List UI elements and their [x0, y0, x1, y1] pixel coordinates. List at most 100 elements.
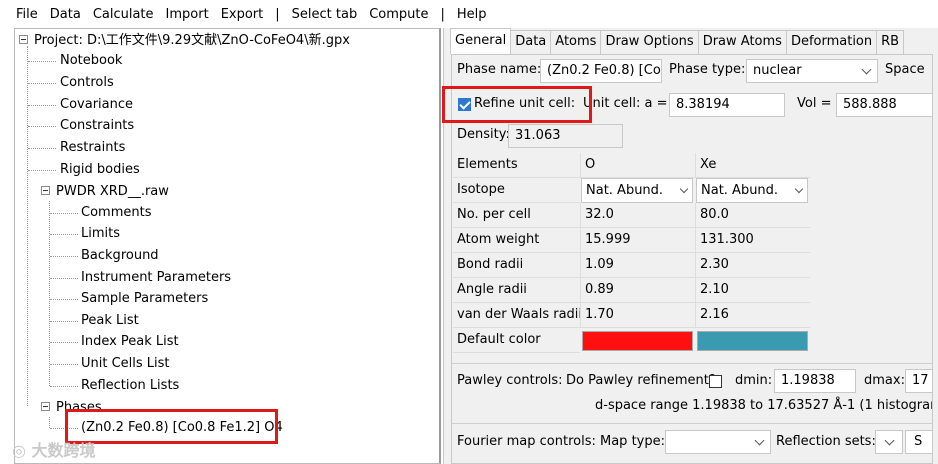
tree-item-comments[interactable]: Comments: [81, 204, 151, 222]
tree-item-restraints[interactable]: Restraints: [60, 139, 125, 157]
collapse-icon[interactable]: [41, 402, 50, 411]
tab-general[interactable]: General: [450, 28, 512, 54]
chevron-down-icon: [754, 435, 765, 446]
tree-connector: [50, 234, 78, 235]
tab-draw-atoms[interactable]: Draw Atoms: [697, 30, 787, 54]
tree-item-peak-list[interactable]: Peak List: [81, 312, 139, 330]
highlight-phase-item: [65, 409, 278, 444]
grid-row-label: Elements: [453, 153, 580, 178]
phase-name-label: Phase name:: [457, 62, 542, 77]
grid-cell: 2.30: [695, 253, 810, 278]
menu-separator: |: [275, 6, 280, 22]
tree-connector: [50, 342, 78, 343]
tree-connector: [27, 46, 28, 406]
pawley-refine-label: Do Pawley refinement?: [566, 373, 716, 388]
dmin-field[interactable]: 1.19838: [774, 369, 856, 393]
grid-row-label: Default color: [453, 328, 580, 353]
tree-connector: [28, 83, 56, 84]
density-label: Density:: [457, 127, 510, 142]
pawley-controls-label: Pawley controls:: [457, 373, 563, 388]
tree-item-sample-parameters[interactable]: Sample Parameters: [81, 290, 208, 308]
tree-project-label: Project: D:\工作文件\9.29文献\ZnO-CoFeO4\新.gpx: [34, 33, 350, 48]
tab-deformation[interactable]: Deformation: [785, 30, 878, 54]
grid-row-label: Atom weight: [453, 228, 580, 253]
menu-help[interactable]: Help: [451, 7, 493, 22]
grid-row-label: Isotope: [453, 178, 580, 203]
menu-data[interactable]: Data: [44, 7, 87, 22]
isotope-value: Nat. Abund.: [701, 183, 779, 198]
tree-item-constraints[interactable]: Constraints: [60, 117, 134, 135]
menu-import[interactable]: Import: [160, 7, 215, 22]
chevron-down-icon: [794, 184, 804, 194]
tree-pwdr-label: PWDR XRD__.raw: [56, 184, 169, 199]
isotope-select[interactable]: Nat. Abund.: [581, 178, 693, 203]
dmax-label: dmax:: [864, 373, 905, 388]
menu-calculate[interactable]: Calculate: [87, 7, 160, 22]
dmax-field[interactable]: 17: [905, 369, 932, 393]
tree-connector: [50, 256, 78, 257]
element-name-cell: Xe: [695, 153, 810, 178]
menu-select-tab[interactable]: Select tab: [286, 7, 364, 22]
phase-type-select[interactable]: nuclear: [746, 59, 878, 83]
chevron-down-icon: [679, 184, 689, 194]
tab-atoms[interactable]: Atoms: [550, 30, 602, 54]
tree-pwdr[interactable]: PWDR XRD__.raw: [41, 183, 169, 201]
density-field: 31.063: [508, 124, 623, 148]
tree-item-limits[interactable]: Limits: [81, 225, 120, 243]
tree-connector: [28, 105, 56, 106]
watermark-text: 大数跨境: [31, 441, 96, 460]
menu-file[interactable]: File: [0, 7, 44, 22]
collapse-icon[interactable]: [41, 186, 50, 195]
data-tree: Project: D:\工作文件\9.29文献\ZnO-CoFeO4\新.gpx…: [14, 28, 441, 464]
unit-cell-a-field[interactable]: 8.38194: [669, 93, 785, 117]
phase-type-value: nuclear: [753, 63, 802, 78]
tree-item-covariance[interactable]: Covariance: [60, 96, 133, 114]
reflection-sets-select[interactable]: [875, 430, 903, 454]
menu-export[interactable]: Export: [215, 7, 270, 22]
divider: [452, 423, 932, 424]
tree-item-index-peak-list[interactable]: Index Peak List: [81, 333, 179, 351]
element-name-cell: O: [580, 153, 695, 178]
watermark-logo-icon: ◎: [12, 441, 26, 460]
tree-connector: [50, 213, 78, 214]
grid-cell: 0.89: [580, 278, 695, 303]
grid-cell: 32.0: [580, 203, 695, 228]
tree-item-background[interactable]: Background: [81, 247, 159, 265]
volume-label: Vol =: [797, 96, 832, 111]
pawley-refine-checkbox[interactable]: [709, 375, 722, 388]
grid-row-label: Angle radii: [453, 278, 580, 303]
tree-item-notebook[interactable]: Notebook: [60, 52, 122, 70]
chevron-down-icon: [861, 64, 872, 75]
tab-rb[interactable]: RB: [876, 30, 905, 54]
menu-bar: File Data Calculate Import Export | Sele…: [0, 0, 938, 28]
grid-cell: 2.16: [695, 303, 810, 328]
grid-row-label: van der Waals radii: [453, 303, 582, 328]
tree-item-rigid-bodies[interactable]: Rigid bodies: [60, 161, 140, 179]
tree-project[interactable]: Project: D:\工作文件\9.29文献\ZnO-CoFeO4\新.gpx: [19, 32, 350, 50]
tab-data[interactable]: Data: [510, 30, 552, 54]
grid-cell: 1.09: [580, 253, 695, 278]
tab-draw-options[interactable]: Draw Options: [600, 30, 699, 54]
reflection-sets-label: Reflection sets:: [776, 434, 876, 449]
menu-compute[interactable]: Compute: [363, 7, 434, 22]
tree-item-unit-cells-list[interactable]: Unit Cells List: [81, 355, 170, 373]
color-swatch[interactable]: [582, 331, 693, 351]
collapse-icon[interactable]: [19, 35, 28, 44]
tree-item-controls[interactable]: Controls: [60, 74, 114, 92]
highlight-refine-unit-cell: [442, 86, 592, 123]
grid-cell: 131.300: [695, 228, 810, 253]
tree-connector: [28, 126, 56, 127]
map-type-select[interactable]: [665, 430, 771, 454]
color-swatch[interactable]: [697, 331, 808, 351]
s-button[interactable]: S: [905, 430, 932, 454]
phase-name-field[interactable]: (Zn0.2 Fe0.8) [Co0: [540, 59, 662, 83]
fourier-controls-label: Fourier map controls: Map type:: [457, 434, 665, 449]
tree-connector: [49, 201, 50, 386]
tab-bar: General Data Atoms Draw Options Draw Ato…: [450, 28, 905, 54]
grid-row-label: No. per cell: [453, 203, 580, 228]
grid-cell: 1.70: [580, 303, 695, 328]
tree-connector: [50, 386, 78, 387]
tree-item-reflection-lists[interactable]: Reflection Lists: [81, 377, 179, 395]
tree-item-instrument-parameters[interactable]: Instrument Parameters: [81, 269, 231, 287]
isotope-select[interactable]: Nat. Abund.: [696, 178, 808, 203]
